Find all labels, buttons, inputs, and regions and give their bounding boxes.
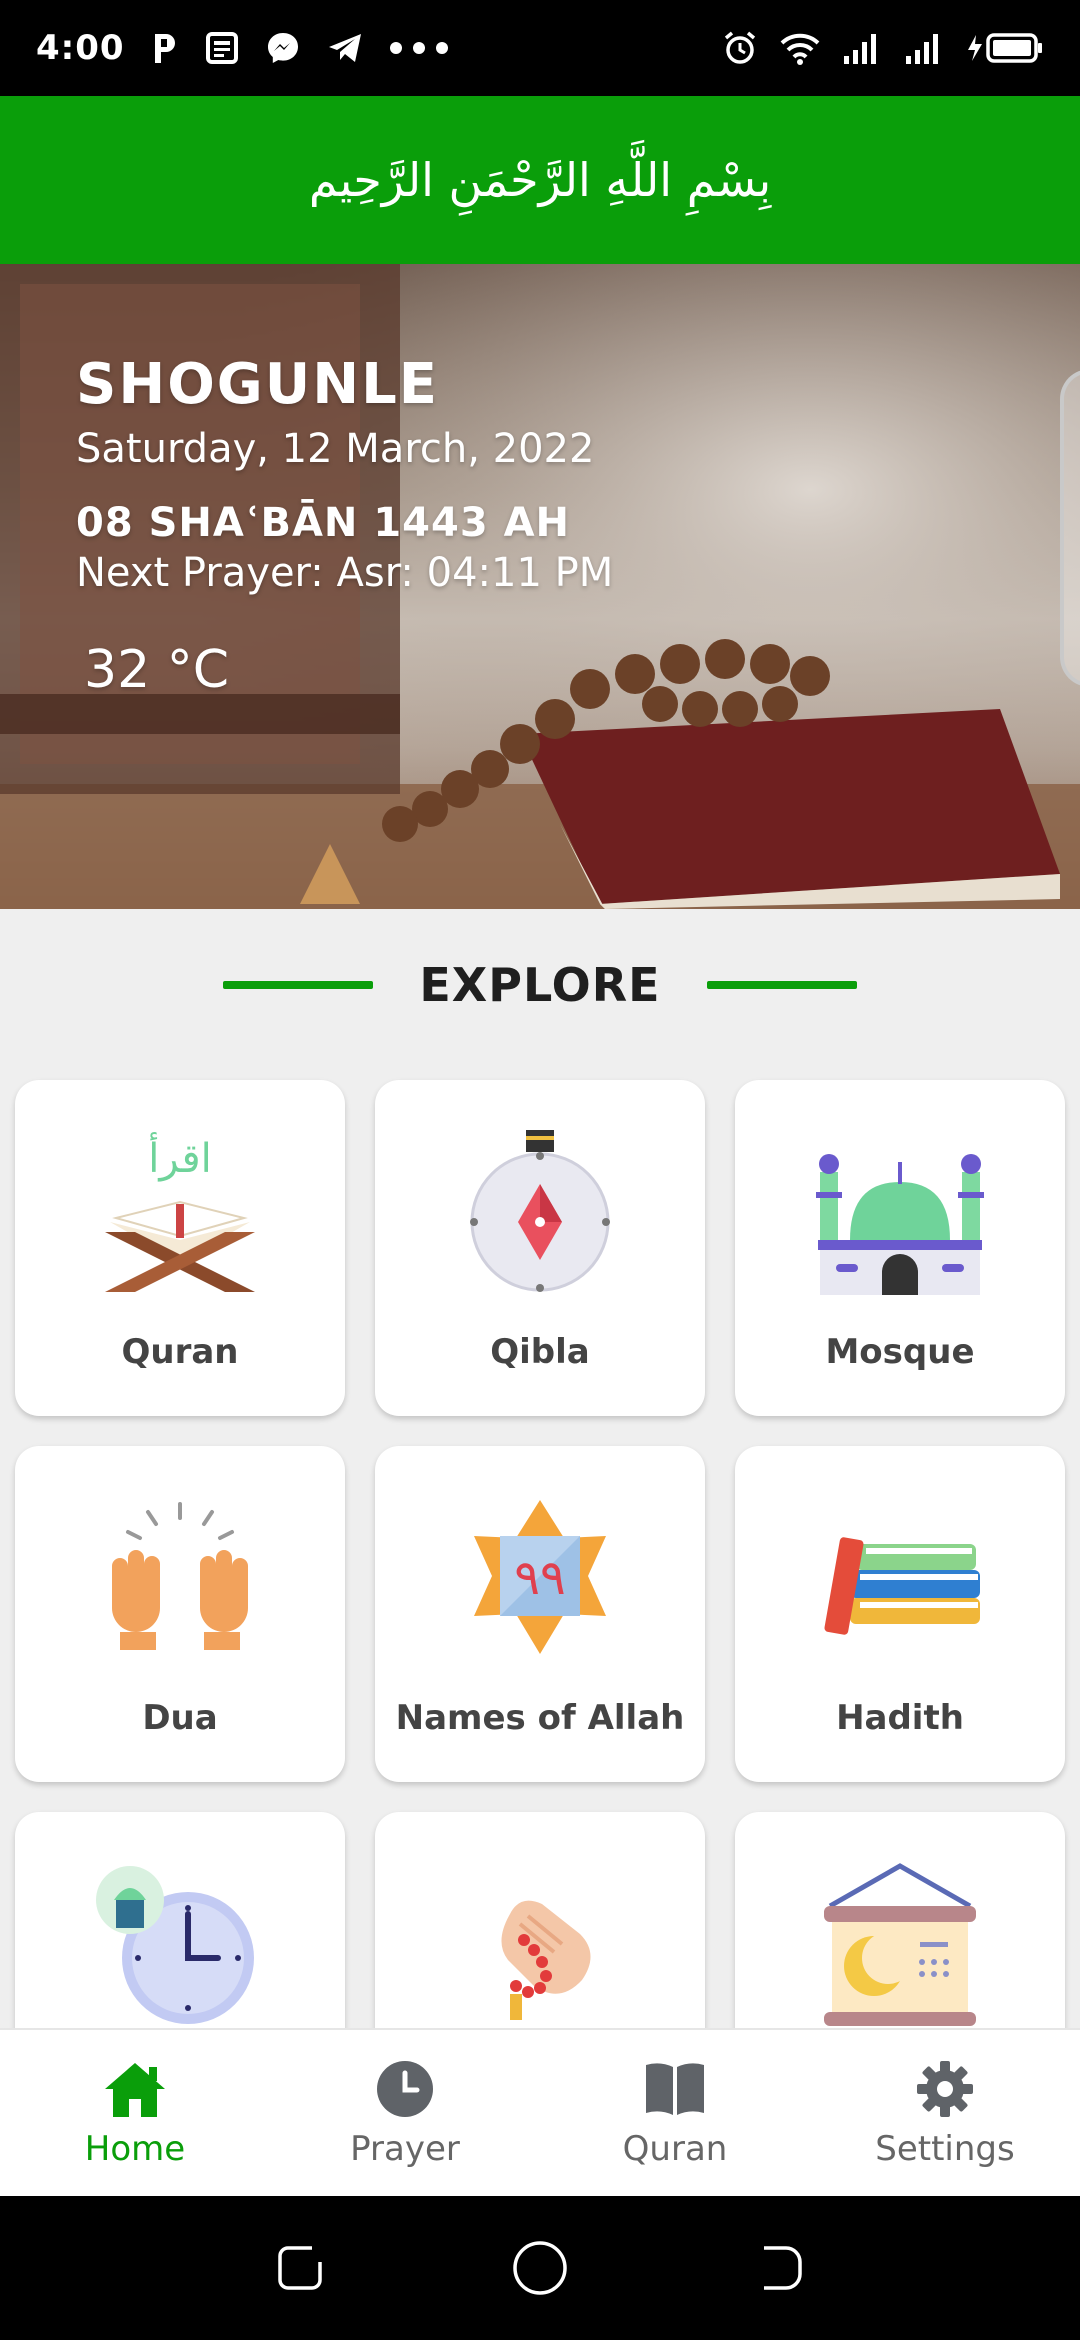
nav-prayer[interactable]: Prayer [270,2030,540,2198]
home-button[interactable] [505,2233,575,2303]
signal-icon [904,32,944,64]
explore-title: EXPLORE [419,958,661,1012]
names-star-icon: ٩٩ [450,1488,630,1668]
news-icon [205,31,239,65]
book-icon [642,2059,708,2123]
more-dots-icon [389,41,449,55]
temperature: 32 °C [84,639,230,700]
card-label: Dua [142,1698,218,1738]
svg-text:٩٩: ٩٩ [514,1550,566,1606]
gear-icon [915,2059,975,2123]
recent-apps-button[interactable] [265,2233,335,2303]
card-qibla[interactable]: Qibla [375,1080,705,1416]
prayer-clock-icon [90,1854,270,2028]
nav-label: Settings [875,2129,1015,2169]
card-mosque[interactable]: Mosque [735,1080,1065,1416]
nav-quran[interactable]: Quran [540,2030,810,2198]
telegram-icon [327,32,363,64]
card-label: Qibla [490,1332,590,1372]
card-dua[interactable]: Dua [15,1446,345,1782]
bismillah-text: بِسْمِ اللَّهِ الرَّحْمَنِ الرَّحِيم [308,153,772,207]
status-right [722,30,1044,66]
messenger-icon [265,30,301,66]
bismillah-header: بِسْمِ اللَّهِ الرَّحْمَنِ الرَّحِيم [0,96,1080,264]
divider-left [223,981,374,989]
card-label: Quran [121,1332,239,1372]
calendar-icon [810,1854,990,2028]
divider-right [706,981,857,989]
card-label: Hadith [836,1698,964,1738]
nav-settings[interactable]: Settings [810,2030,1080,2198]
system-nav-bar [0,2196,1080,2340]
side-panel-handle[interactable] [1060,369,1080,687]
nav-home[interactable]: Home [0,2030,270,2198]
status-time: 4:00 [36,28,125,68]
card-quran[interactable]: اقرأ Quran [15,1080,345,1416]
card-hadith[interactable]: Hadith [735,1446,1065,1782]
hero-banner: SHOGUNLE Saturday, 12 March, 2022 08 SHA… [0,264,1080,909]
nav-label: Quran [622,2129,728,2169]
compass-icon [450,1122,630,1302]
explore-grid: اقرأ Quran Qibla Mosque Dua ٩٩ Names of … [0,1070,1080,2028]
status-bar: 4:00 [0,0,1080,96]
alarm-icon [722,30,758,66]
tasbih-hand-icon [450,1854,630,2028]
gregorian-date: Saturday, 12 March, 2022 [76,425,595,472]
home-icon [103,2059,167,2123]
back-button[interactable] [745,2233,815,2303]
wifi-icon [780,31,820,65]
battery-charging-icon [966,31,1044,65]
nav-label: Home [84,2129,186,2169]
svg-text:اقرأ: اقرأ [148,1132,211,1182]
card-label: Names of Allah [395,1698,685,1738]
signal-icon [842,32,882,64]
hijri-date: 08 SHAʿBĀN 1443 AH [76,499,571,546]
quran-icon: اقرأ [90,1122,270,1302]
explore-header: EXPLORE [0,930,1080,1040]
card-calendar[interactable] [735,1812,1065,2028]
bottom-navigation: Home Prayer Quran Settings [0,2028,1080,2198]
books-icon [810,1488,990,1668]
card-tasbih[interactable] [375,1812,705,2028]
nav-label: Prayer [350,2129,460,2169]
status-left: 4:00 [36,28,449,68]
praying-hands-icon [90,1488,270,1668]
card-prayer-times[interactable] [15,1812,345,2028]
mosque-icon [810,1122,990,1302]
card-names-of-allah[interactable]: ٩٩ Names of Allah [375,1446,705,1782]
location-info: SHOGUNLE Saturday, 12 March, 2022 08 SHA… [76,354,613,700]
card-label: Mosque [825,1332,975,1372]
next-prayer: Next Prayer: Asr: 04:11 PM [76,549,614,596]
city-name: SHOGUNLE [76,352,440,417]
clock-icon [375,2059,435,2123]
p-app-icon [151,31,179,65]
